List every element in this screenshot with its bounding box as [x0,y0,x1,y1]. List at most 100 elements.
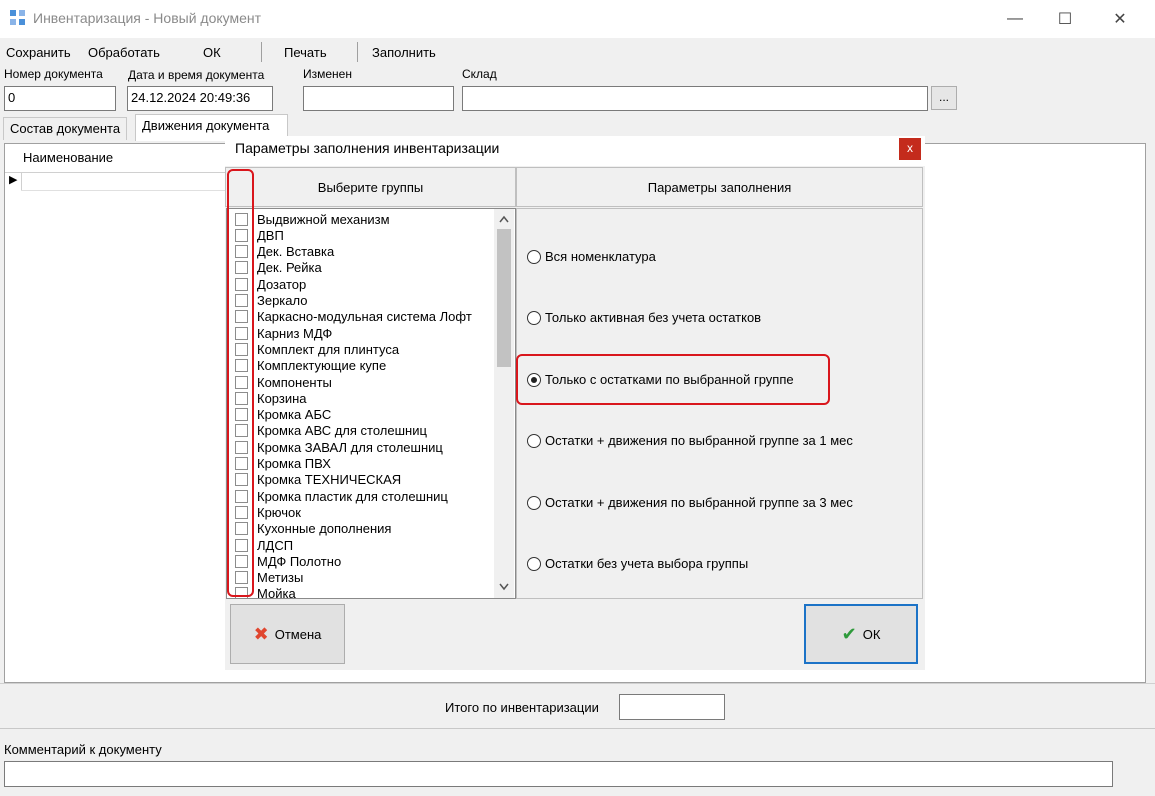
radio-button[interactable] [527,249,541,264]
totals-field[interactable] [619,694,725,720]
maximize-button[interactable]: ☐ [1040,0,1090,38]
minimize-button[interactable]: — [990,0,1040,38]
group-item[interactable]: Каркасно-модульная система Лофт [235,309,472,325]
print-button[interactable]: Печать [284,45,327,60]
ok-icon: ✔ [841,623,857,644]
tab-document-content[interactable]: Состав документа [3,117,128,140]
groups-scrollbar[interactable] [494,209,514,598]
window-title: Инвентаризация - Новый документ [33,10,262,26]
scroll-thumb[interactable] [497,229,511,367]
group-label: Комплект для плинтуса [257,341,400,357]
maximize-icon: ☐ [1057,11,1073,28]
ok-button-label: ОК [862,626,881,642]
group-label: Компоненты [257,374,332,390]
cancel-icon: ✖ [253,623,269,644]
group-label: Комплектующие купе [257,358,387,374]
fill-option[interactable]: Остатки без учета выбора группы [527,556,748,571]
radio-button[interactable] [527,495,541,510]
group-item[interactable]: Выдвижной механизм [235,211,390,227]
group-item[interactable]: Кухонные дополнения [235,521,391,537]
group-label: Зеркало [257,293,308,308]
cancel-button[interactable]: ✖ Отмена [230,604,345,664]
radio-button[interactable] [527,433,541,448]
group-item[interactable]: Кромка ТЕХНИЧЕСКАЯ [235,472,401,488]
group-label: Дозатор [257,276,307,292]
group-label: ЛДСП [257,537,294,553]
ok-button[interactable]: ✔ ОК [804,604,918,664]
group-label: Кромка пластик для столешниц [257,488,448,504]
params-column-header: Параметры заполнения [516,167,923,207]
fill-button[interactable]: Заполнить [372,45,436,60]
group-label: Кромка ПВХ [257,456,331,471]
process-button[interactable]: Обработать [88,45,160,60]
fill-option[interactable]: Вся номенклатура [527,249,656,264]
close-button[interactable]: ✕ [1095,0,1145,38]
group-label: Кромка ТЕХНИЧЕСКАЯ [257,472,402,488]
doc-number-field[interactable]: 0 [4,86,116,111]
doc-datetime-field[interactable]: 24.12.2024 20:49:36 [127,86,273,111]
group-label: Кромка АБС [257,407,332,423]
changed-label: Изменен [303,67,352,81]
group-item[interactable]: Комплектующие купе [235,358,386,374]
group-label: Мойка [257,586,296,599]
totals-label: Итого по инвентаризации [445,700,599,715]
toolbar-separator [261,42,262,62]
close-icon: ✕ [1113,11,1127,28]
row-indicator: ▶ [5,172,22,190]
group-label: Каркасно-модульная система Лофт [257,309,472,325]
scroll-up-icon[interactable] [494,211,514,227]
group-label: Дек. Рейка [257,260,322,276]
group-label: ДВП [257,227,284,243]
toolbar-separator [357,42,358,62]
row-marker-icon: ▶ [9,174,18,186]
group-label: Кухонные дополнения [257,521,392,537]
group-label: Карниз МДФ [257,325,333,341]
save-button[interactable]: Сохранить [6,45,71,60]
radio-button[interactable] [527,556,541,571]
group-label: Кромка ЗАВАЛ для столешниц [257,439,443,455]
warehouse-field[interactable] [462,86,928,111]
doc-datetime-label: Дата и время документа [128,68,265,82]
toolbar-ok-button[interactable]: ОК [203,45,221,60]
fill-option-label: Остатки + движения по выбранной группе з… [545,433,853,448]
group-label: Корзина [257,390,307,406]
column-header-name[interactable]: Наименование [23,150,113,165]
comment-label: Комментарий к документу [4,742,162,757]
group-item[interactable]: Кромка пластик для столешниц [235,488,448,504]
warehouse-label: Склад [462,67,497,81]
scroll-down-icon[interactable] [494,579,514,595]
group-label: МДФ Полотно [257,553,342,569]
fill-option-label: Вся номенклатура [545,249,656,264]
group-label: Крючок [257,504,301,520]
selected-option-highlight [516,354,830,405]
doc-number-label: Номер документа [4,67,103,81]
dialog-titlebar: Параметры заполнения инвентаризации x [225,136,925,166]
group-item[interactable]: Кромка АВС для столешниц [235,423,427,439]
dialog-close-button[interactable]: x [899,138,921,160]
groups-column-header: Выберите группы [225,167,516,207]
grid-header: Наименование [5,144,225,173]
window-titlebar: Инвентаризация - Новый документ — ☐ ✕ [0,0,1155,38]
fill-option[interactable]: Только активная без учета остатков [527,310,761,325]
group-item[interactable]: Комплект для плинтуса [235,341,399,357]
checkbox-column-highlight [227,169,254,597]
radio-button[interactable] [527,310,541,325]
app-icon [10,10,26,26]
fill-option[interactable]: Остатки + движения по выбранной группе з… [527,495,853,510]
group-label: Кромка АВС для столешниц [257,423,427,439]
group-label: Выдвижной механизм [257,211,390,227]
fill-option-label: Только активная без учета остатков [545,310,762,325]
comment-field[interactable] [4,761,1113,787]
close-icon: x [907,141,913,155]
changed-field[interactable] [303,86,454,111]
divider [0,728,1155,729]
dialog-title: Параметры заполнения инвентаризации [235,140,500,156]
group-item[interactable]: Кромка ЗАВАЛ для столешниц [235,439,443,455]
fill-option[interactable]: Остатки + движения по выбранной группе з… [527,433,853,448]
minimize-icon: — [1007,10,1023,27]
group-label: Метизы [257,570,304,586]
fill-option-label: Остатки + движения по выбранной группе з… [545,495,853,510]
groups-list[interactable]: Выдвижной механизм ДВП Дек. Вставка Дек. Ре… [226,208,516,599]
fill-option-label: Остатки без учета выбора группы [545,556,749,571]
warehouse-browse-button[interactable]: ... [931,86,957,110]
